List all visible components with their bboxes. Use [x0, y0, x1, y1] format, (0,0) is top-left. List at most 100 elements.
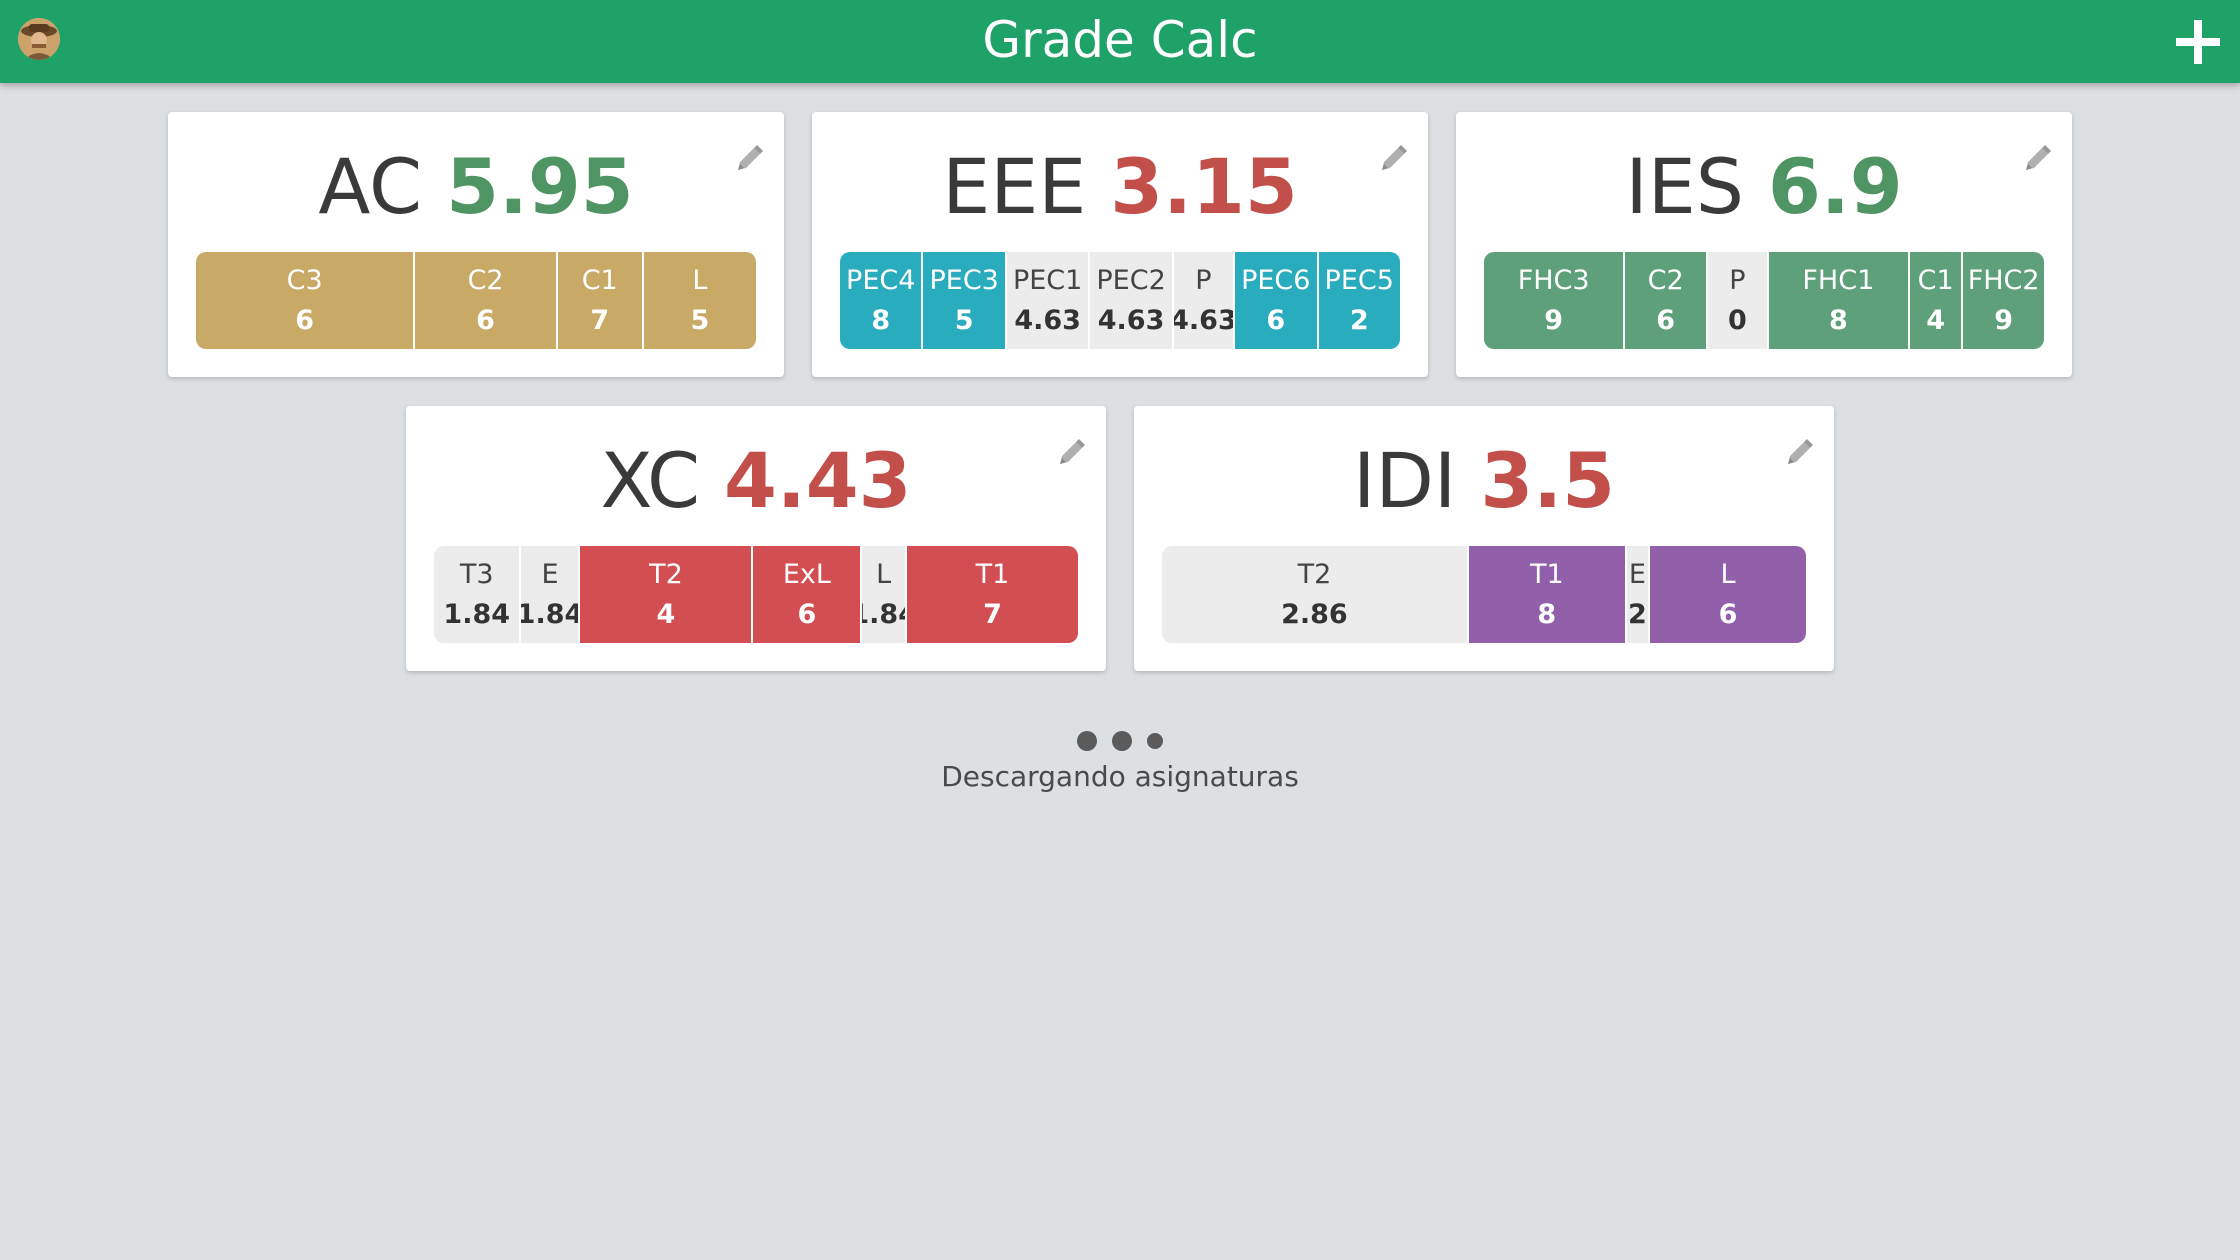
segment-label: T3: [459, 558, 494, 590]
grade-segment-t1[interactable]: T1 7: [905, 546, 1078, 643]
subject-name: AC: [318, 142, 423, 231]
grade-segment-c2[interactable]: C2 6: [413, 252, 556, 349]
grade-segment-p[interactable]: P 4.63: [1171, 252, 1234, 349]
segment-label: T2: [1297, 558, 1332, 590]
grade-segment-fhc3[interactable]: FHC3 9: [1484, 252, 1624, 349]
grade-components-bar: FHC3 9 C2 6 P 0 FHC1 8 C1 4 FHC2 9: [1484, 252, 2044, 349]
segment-value: 2: [1628, 598, 1647, 630]
subject-card-ies[interactable]: IES 6.9 FHC3 9 C2 6 P 0 FHC1 8 C1 4 FHC2 9: [1456, 112, 2072, 377]
grade-segment-e[interactable]: E2: [1624, 546, 1649, 643]
segment-label: T1: [1529, 558, 1564, 590]
subject-card-ac[interactable]: AC 5.95 C3 6 C2 6 C1 7 L 5: [168, 112, 784, 377]
pencil-icon[interactable]: [1782, 436, 1816, 470]
segment-value: 6: [1718, 598, 1738, 630]
subject-name: IDI: [1353, 436, 1457, 525]
segment-value: 8: [871, 304, 891, 336]
grade-segment-c3[interactable]: C3 6: [196, 252, 414, 349]
segment-value: 0: [1727, 304, 1747, 336]
subject-grade: 3.5: [1480, 436, 1615, 525]
segment-label: C2: [1647, 264, 1684, 296]
segment-value: 2: [1349, 304, 1369, 336]
segment-label: FHC1: [1802, 264, 1875, 296]
segment-label: C1: [581, 264, 618, 296]
grade-segment-pec4[interactable]: PEC4 8: [840, 252, 922, 349]
segment-label: P: [1195, 264, 1212, 296]
subject-name: IES: [1625, 142, 1745, 231]
pencil-icon[interactable]: [732, 142, 766, 176]
subject-title: EEE 3.15: [812, 142, 1428, 232]
subject-title: IDI 3.5: [1134, 436, 1834, 526]
grade-segment-fhc2[interactable]: FHC2 9: [1961, 252, 2044, 349]
segment-value: 4: [656, 598, 676, 630]
grade-components-bar: T31.84E1.84T24ExL6L1.84T17: [434, 546, 1078, 643]
segment-value: 8: [1828, 304, 1848, 336]
segment-label: L: [692, 264, 708, 296]
add-subject-button[interactable]: [2176, 20, 2220, 64]
subject-title: IES 6.9: [1456, 142, 2072, 232]
pencil-icon[interactable]: [1054, 436, 1088, 470]
grade-segment-t3[interactable]: T3 1.84: [434, 546, 520, 643]
grade-segment-t2[interactable]: T2 2.86: [1162, 546, 1467, 643]
segment-value: 5: [690, 304, 710, 336]
app-title: Grade Calc: [982, 11, 1258, 69]
segment-value: 4.63: [1171, 304, 1234, 336]
segment-value: 6: [295, 304, 315, 336]
pencil-icon[interactable]: [2020, 142, 2054, 176]
segment-value: 9: [1994, 304, 2014, 336]
segment-label: PEC3: [929, 264, 999, 296]
grade-segment-c2[interactable]: C2 6: [1623, 252, 1706, 349]
segment-value: 1.84: [862, 598, 905, 630]
grade-segment-exl[interactable]: ExL 6: [751, 546, 861, 643]
segment-value: 7: [590, 304, 610, 336]
segment-value: 6: [797, 598, 817, 630]
subject-title: AC 5.95: [168, 142, 784, 232]
grade-segment-l[interactable]: L5: [641, 252, 756, 349]
segment-label: L: [1720, 558, 1736, 590]
subject-card-xc[interactable]: XC4.43T31.84E1.84T24ExL6L1.84T17: [406, 406, 1106, 671]
grade-segment-pec5[interactable]: PEC5 2: [1316, 252, 1400, 349]
loading-dot: [1112, 730, 1132, 751]
top-app-bar: Grade Calc: [0, 0, 2240, 83]
grade-segment-pec3[interactable]: PEC3 5: [921, 252, 1005, 349]
segment-value: 7: [983, 598, 1002, 630]
subject-card-eee[interactable]: EEE 3.15 PEC4 8 PEC3 5 PEC1 4.63 PEC2 4.63 P 4.63 PE…: [812, 112, 1428, 377]
grade-segment-t2[interactable]: T2 4: [578, 546, 752, 643]
segment-value: 4.63: [1097, 304, 1165, 336]
segment-label: P: [1729, 264, 1746, 296]
subject-name: EEE: [942, 142, 1087, 231]
segment-label: FHC3: [1517, 264, 1590, 296]
segment-label: T1: [975, 558, 1010, 590]
segment-value: 1.84: [443, 598, 511, 630]
grade-segment-l[interactable]: L 1.84: [860, 546, 906, 643]
grade-components-bar: T2 2.86 T1 8 E 2 L 6: [1162, 546, 1806, 643]
grade-components-bar: C3 6 C2 6 C1 7 L 5: [196, 252, 756, 349]
grade-segment-pec2[interactable]: PEC2 4.63: [1088, 252, 1172, 349]
segment-value: 8: [1537, 598, 1557, 630]
segment-value: 1.84: [519, 598, 578, 630]
segment-label: ExL: [782, 558, 831, 590]
grade-segment-c1[interactable]: C1 7: [555, 252, 642, 349]
grade-segment-pec6[interactable]: PEC6 6: [1233, 252, 1317, 349]
grade-segment-t1[interactable]: T1 8: [1466, 546, 1625, 643]
segment-value: 6: [476, 304, 495, 336]
segment-label: C3: [286, 264, 323, 296]
segment-label: C1: [1917, 264, 1954, 296]
grade-segment-c1[interactable]: C1 4: [1908, 252, 1962, 349]
segment-label: PEC1: [1012, 264, 1083, 296]
segment-label: PEC6: [1241, 264, 1311, 296]
loading-text: Descargando asignaturas: [941, 760, 1299, 793]
grade-components-bar: PEC4 8 PEC3 5 PEC1 4.63 PEC2 4.63 P 4.63 PEC6 6 PEC5…: [840, 252, 1400, 349]
segment-label: C2: [467, 264, 504, 296]
subject-grade: 6.9: [1768, 142, 1903, 231]
segment-label: FHC2: [1967, 264, 2040, 296]
subject-card-idi[interactable]: IDI 3.5 T2 2.86 T1 8 E 2 L 6: [1134, 406, 1834, 671]
subject-grade: 3.15: [1110, 142, 1298, 231]
segment-label: PEC4: [846, 264, 916, 296]
grade-segment-p[interactable]: P0: [1706, 252, 1767, 349]
segment-value: 4.63: [1014, 304, 1081, 336]
grade-segment-l[interactable]: L6: [1648, 546, 1806, 643]
grade-segment-pec1[interactable]: PEC1 4.63: [1004, 252, 1089, 349]
pencil-icon[interactable]: [1376, 142, 1410, 176]
grade-segment-fhc1[interactable]: FHC1 8: [1766, 252, 1908, 349]
grade-segment-e[interactable]: E 1.84: [519, 546, 579, 643]
